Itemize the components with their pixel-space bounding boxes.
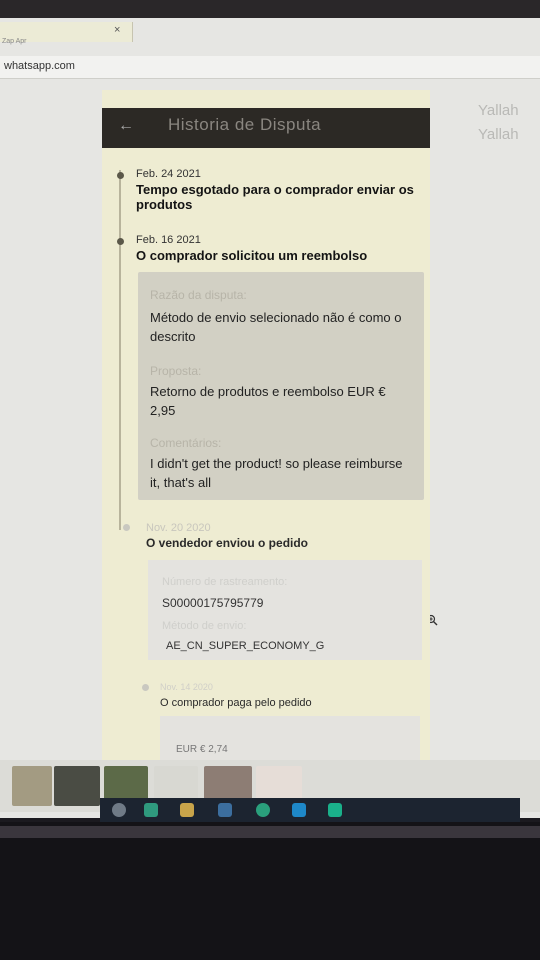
thumbnail[interactable] bbox=[12, 766, 52, 806]
event-title: O vendedor enviou o pedido bbox=[146, 536, 309, 550]
folder-icon[interactable] bbox=[180, 803, 194, 817]
search-icon[interactable] bbox=[112, 803, 126, 817]
proposal-label: Proposta: bbox=[150, 364, 202, 378]
timeline-dot bbox=[117, 238, 124, 245]
timeline-line bbox=[119, 170, 121, 530]
tracking-number[interactable]: S00000175795779 bbox=[162, 596, 263, 610]
event-title: O comprador paga pelo pedido bbox=[160, 697, 312, 709]
whatsapp-icon[interactable] bbox=[328, 803, 342, 817]
event-title: O comprador solicitou um reembolso bbox=[136, 248, 368, 263]
event-date: Nov. 20 2020 bbox=[146, 522, 211, 534]
app-icon[interactable] bbox=[218, 803, 232, 817]
proposal-value: Retorno de produtos e reembolso EUR € 2,… bbox=[150, 384, 386, 418]
url-text[interactable]: whatsapp.com bbox=[4, 60, 75, 72]
tab-title: Zap Apr bbox=[2, 38, 27, 45]
timeline-dot bbox=[117, 172, 124, 179]
screen: × Zap Apr whatsapp.com Yallah Yallah ← H… bbox=[0, 18, 540, 818]
page-title: Historia de Disputa bbox=[168, 115, 322, 134]
tab-close-button[interactable]: × bbox=[114, 24, 120, 36]
reason-value: Método de envio selecionado não é como o… bbox=[150, 310, 402, 344]
chat-app-icon[interactable] bbox=[256, 803, 270, 817]
payment-details-card: EUR € 2,74 bbox=[160, 716, 420, 762]
shipping-method-label: Método de envio: bbox=[162, 620, 247, 632]
refund-details-card: Razão da disputa: Método de envio seleci… bbox=[138, 272, 424, 500]
store-icon[interactable] bbox=[144, 803, 158, 817]
address-bar[interactable]: whatsapp.com bbox=[0, 56, 540, 79]
panel-header: ← Historia de Disputa bbox=[102, 108, 430, 148]
taskbar bbox=[100, 798, 520, 822]
comments-label: Comentários: bbox=[150, 436, 222, 450]
comments-value: I didn't get the product! so please reim… bbox=[150, 456, 403, 490]
thumbnail[interactable] bbox=[54, 766, 100, 806]
timeline-dot bbox=[142, 684, 149, 691]
event-title: Tempo esgotado para o comprador enviar o… bbox=[136, 182, 414, 212]
background-chat-text: Yallah bbox=[478, 102, 519, 119]
monitor-bezel-strip bbox=[0, 826, 540, 838]
event-date: Feb. 16 2021 bbox=[136, 234, 201, 246]
back-arrow-icon[interactable]: ← bbox=[118, 117, 134, 135]
reason-label: Razão da disputa: bbox=[150, 288, 247, 302]
monitor-bezel-bottom bbox=[0, 822, 540, 960]
timeline-dot bbox=[123, 524, 130, 531]
dispute-history-panel: ← Historia de Disputa Feb. 24 2021 Tempo… bbox=[102, 90, 430, 762]
browser-edge-icon[interactable] bbox=[292, 803, 306, 817]
background-chat-text: Yallah bbox=[478, 126, 519, 143]
event-date: Feb. 24 2021 bbox=[136, 168, 201, 180]
shipping-details-card: Número de rastreamento: S00000175795779 … bbox=[148, 560, 422, 660]
event-date: Nov. 14 2020 bbox=[160, 682, 213, 692]
payment-amount: EUR € 2,74 bbox=[176, 744, 228, 755]
shipping-method-value: AE_CN_SUPER_ECONOMY_G bbox=[166, 640, 325, 652]
tracking-label: Número de rastreamento: bbox=[162, 576, 288, 588]
